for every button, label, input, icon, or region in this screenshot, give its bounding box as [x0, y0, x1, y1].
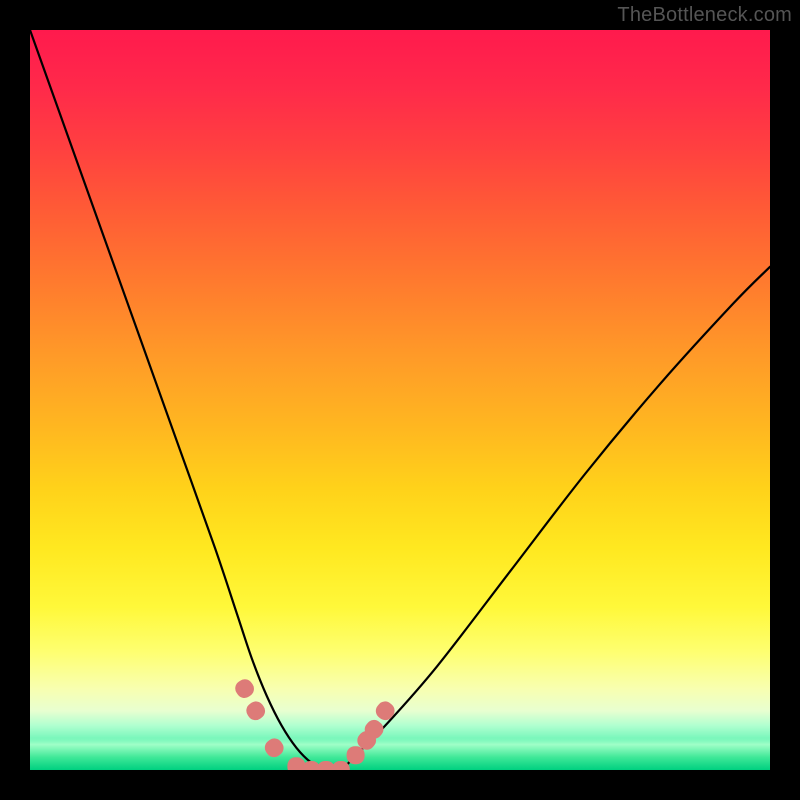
- marker-group: [232, 676, 398, 770]
- marker-dot: [347, 746, 365, 764]
- bottleneck-curve-path: [30, 30, 770, 770]
- marker-dot: [262, 735, 287, 760]
- chart-frame: TheBottleneck.com: [0, 0, 800, 800]
- marker-dot: [332, 761, 350, 770]
- plot-area: [30, 30, 770, 770]
- marker-dot: [243, 698, 268, 723]
- curve-svg: [30, 30, 770, 770]
- marker-dot: [373, 698, 398, 723]
- marker-dot: [232, 676, 257, 701]
- watermark-text: TheBottleneck.com: [617, 4, 792, 27]
